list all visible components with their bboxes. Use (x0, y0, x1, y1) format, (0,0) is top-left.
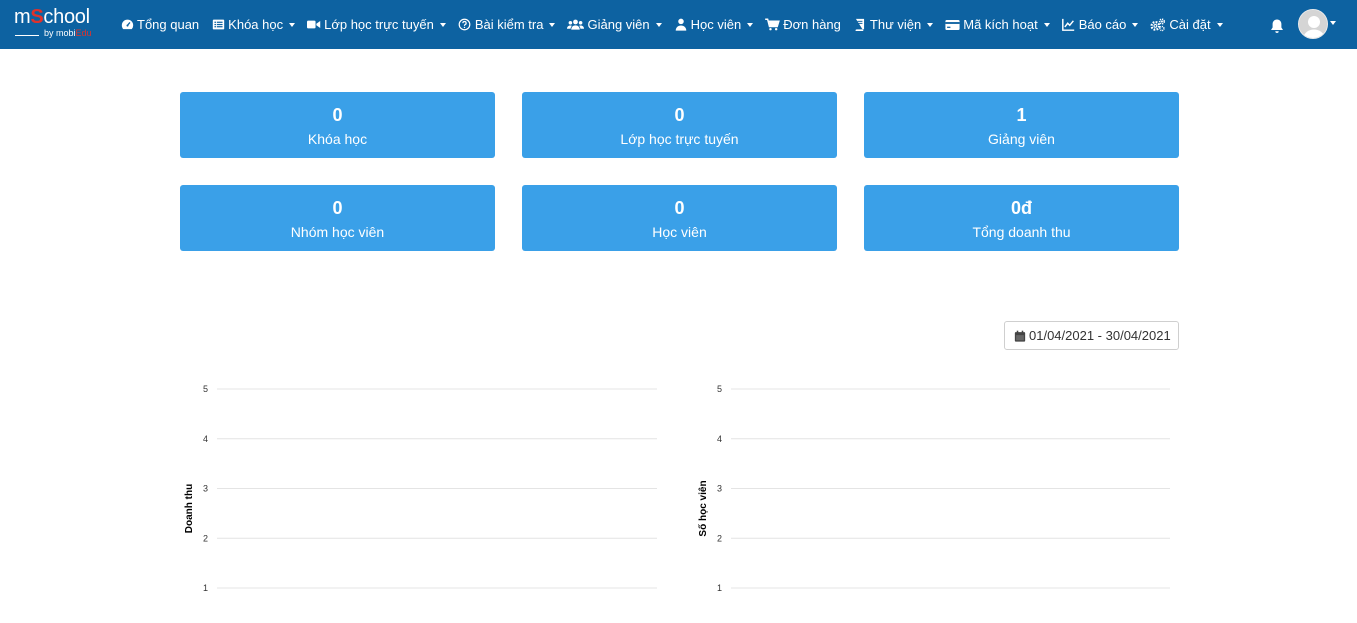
stat-value: 0 (332, 198, 343, 218)
video-icon (307, 18, 321, 32)
students-chart: 1 2 3 4 5 Số học viên (694, 370, 1184, 610)
chevron-down-icon (747, 22, 754, 27)
nav-item-label: Cài đặt (1169, 17, 1211, 32)
stat-card-total-revenue[interactable]: 0đ Tổng doanh thu (864, 185, 1179, 251)
dashboard-icon (120, 18, 134, 32)
top-navbar: mSchool by mobiEdu Tổng quan Khóa học Lớ… (0, 0, 1357, 49)
y-tick-label: 1 (203, 583, 208, 593)
nav-item-label: Mã kích hoạt (963, 17, 1038, 32)
stat-label: Nhóm học viên (290, 224, 385, 240)
y-tick-label: 4 (717, 434, 722, 444)
nav-item-khoa-hoc[interactable]: Khóa học (211, 17, 296, 32)
book-icon (853, 18, 867, 32)
logo-wordmark-prefix: m (14, 6, 31, 28)
calendar-icon (1014, 330, 1026, 342)
stat-label: Tổng doanh thu (972, 224, 1071, 240)
students-chart-svg: 1 2 3 4 5 Số học viên (697, 384, 1170, 593)
nav-item-tong-quan[interactable]: Tổng quan (120, 17, 199, 32)
stat-card-students[interactable]: 0 Học viên (522, 185, 837, 251)
user-avatar-icon[interactable] (1298, 9, 1328, 39)
stat-label: Học viên (652, 224, 707, 240)
y-tick-label: 4 (203, 434, 208, 444)
y-tick-label: 1 (717, 583, 722, 593)
logo-wordmark-o: S (30, 6, 44, 28)
stat-label: Khóa học (307, 131, 368, 147)
logo-subtitle-red: Edu (75, 28, 92, 38)
nav-item-label: Đơn hàng (783, 17, 841, 32)
stat-value: 0 (332, 105, 343, 125)
chevron-down-icon (1043, 22, 1050, 27)
line-chart-icon (1062, 18, 1076, 32)
y-tick-label: 3 (717, 484, 722, 494)
nav-item-bai-kiem-tra[interactable]: Bài kiểm tra (458, 17, 556, 32)
users-icon (567, 18, 585, 32)
stat-value: 0 (674, 198, 685, 218)
y-axis-title: Doanh thu (184, 484, 195, 533)
stat-card-courses[interactable]: 0 Khóa học (180, 92, 495, 158)
nav-item-thu-vien[interactable]: Thư viện (853, 17, 934, 32)
cogs-icon (1150, 17, 1166, 32)
logo-underline (15, 35, 39, 36)
cart-icon (765, 18, 781, 32)
revenue-chart: 1 2 3 4 5 Doanh thu (180, 370, 670, 610)
logo-subtitle-prefix: by mobi (44, 28, 76, 38)
credit-card-icon (945, 18, 960, 32)
stat-value: 0đ (1010, 198, 1032, 218)
stat-label: Lớp học trực tuyến (620, 131, 739, 147)
list-icon (211, 18, 225, 32)
y-tick-label: 5 (717, 384, 722, 394)
nav-item-bao-cao[interactable]: Báo cáo (1062, 17, 1139, 32)
nav-item-label: Báo cáo (1078, 17, 1127, 32)
stat-card-student-groups[interactable]: 0 Nhóm học viên (180, 185, 495, 251)
bell-icon[interactable] (1269, 18, 1285, 34)
stat-card-online-classes[interactable]: 0 Lớp học trực tuyến (522, 92, 837, 158)
date-range-picker[interactable]: 01/04/2021 - 30/04/2021 (1004, 321, 1179, 350)
nav-item-label: Lớp học trực tuyến (324, 17, 434, 32)
app-logo[interactable]: mSchool by mobiEdu (14, 6, 106, 40)
logo-wordmark: mSchool (14, 6, 90, 29)
stat-card-instructors[interactable]: 1 Giảng viên (864, 92, 1179, 158)
nav-item-label: Giảng viên (587, 17, 650, 32)
user-icon (674, 18, 688, 32)
chevron-down-icon (655, 22, 662, 27)
nav-item-ma-kich-hoat[interactable]: Mã kích hoạt (945, 17, 1050, 32)
y-tick-label: 2 (203, 533, 208, 543)
stat-value: 1 (1016, 105, 1027, 125)
chevron-down-icon (927, 22, 934, 27)
chevron-down-icon (1132, 22, 1139, 27)
nav-item-label: Tổng quan (137, 17, 200, 32)
logo-subtitle: by mobiEdu (44, 28, 92, 38)
nav-item-don-hang[interactable]: Đơn hàng (765, 17, 841, 32)
stat-label: Giảng viên (988, 131, 1055, 147)
nav-item-label: Bài kiểm tra (474, 17, 544, 32)
nav-item-cai-dat[interactable]: Cài đặt (1150, 17, 1223, 32)
chevron-down-icon (1216, 22, 1223, 27)
main-nav: Tổng quan Khóa học Lớp học trực tuyến Bà… (120, 0, 1235, 49)
chevron-down-icon (549, 22, 556, 27)
y-tick-label: 3 (203, 484, 208, 494)
y-tick-label: 5 (203, 384, 208, 394)
stat-value: 0 (674, 105, 685, 125)
nav-item-label: Khóa học (228, 17, 284, 32)
nav-item-lop-hoc-truc-tuyen[interactable]: Lớp học trực tuyến (307, 17, 446, 32)
y-axis-title: Số học viên (697, 480, 709, 536)
y-tick-label: 2 (717, 533, 722, 543)
chevron-down-icon[interactable] (1330, 21, 1336, 25)
nav-item-giang-vien[interactable]: Giảng viên (567, 17, 662, 32)
nav-item-label: Học viên (690, 17, 742, 32)
chevron-down-icon (439, 22, 446, 27)
chevron-down-icon (289, 22, 296, 27)
nav-item-hoc-vien[interactable]: Học viên (674, 17, 754, 32)
date-range-label: 01/04/2021 - 30/04/2021 (1029, 328, 1171, 343)
logo-wordmark-suffix: chool (43, 6, 90, 28)
revenue-chart-svg: 1 2 3 4 5 Doanh thu (184, 384, 657, 593)
nav-item-label: Thư viện (869, 17, 922, 32)
question-circle-icon (458, 18, 472, 32)
